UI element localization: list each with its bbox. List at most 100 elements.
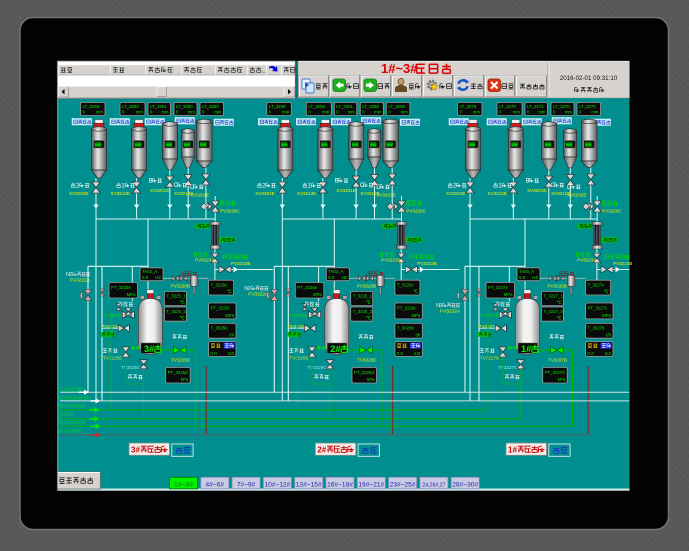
svg-text:PV3220C: PV3220C xyxy=(602,209,622,214)
svg-text:mm: mm xyxy=(513,110,521,115)
svg-text:HZ: HZ xyxy=(342,275,348,280)
svg-text:19#~21#: 19#~21# xyxy=(358,481,384,488)
svg-text:LT_3261: LT_3261 xyxy=(336,104,353,109)
svg-text:℃: ℃ xyxy=(366,315,371,320)
svg-text:MPa: MPa xyxy=(225,313,234,318)
svg-text:2#: 2# xyxy=(330,344,340,354)
svg-text:TA03_A: TA03_A xyxy=(519,269,534,274)
svg-text:XV3204E: XV3204E xyxy=(69,191,88,196)
svg-text:PT_3225e: PT_3225e xyxy=(111,285,131,290)
svg-text:PV3222B: PV3222B xyxy=(231,261,250,266)
svg-text:7#~9#: 7#~9# xyxy=(237,481,256,488)
svg-text:mm: mm xyxy=(282,110,290,115)
svg-text:B: B xyxy=(149,179,153,185)
svg-text:mm: mm xyxy=(188,110,196,115)
svg-text:XV3202E: XV3202E xyxy=(190,193,209,198)
svg-text:T_3227c: T_3227c xyxy=(588,282,606,287)
svg-text:T_3226_1: T_3226_1 xyxy=(353,293,373,298)
svg-text:t/h: t/h xyxy=(606,332,611,337)
svg-text:B: B xyxy=(526,179,530,185)
svg-text:LT_3259: LT_3259 xyxy=(83,104,100,109)
svg-text:B: B xyxy=(335,179,339,185)
svg-text:HZ: HZ xyxy=(155,275,161,280)
svg-text:2: 2 xyxy=(439,303,442,309)
svg-text:MPa: MPa xyxy=(602,313,611,318)
svg-text:XV3202E: XV3202E xyxy=(567,193,586,198)
svg-text:PT_3226e: PT_3226e xyxy=(297,285,317,290)
svg-text:PV3223A: PV3223A xyxy=(195,258,215,263)
svg-text:mm: mm xyxy=(374,110,382,115)
svg-text:0.0: 0.0 xyxy=(142,275,149,280)
svg-text:PV3223A: PV3223A xyxy=(577,258,597,263)
svg-text:mm: mm xyxy=(136,110,144,115)
svg-text:D: D xyxy=(376,185,381,191)
svg-text:mm: mm xyxy=(161,110,169,115)
svg-text:PT_3227c: PT_3227c xyxy=(588,306,608,311)
svg-text:10#~12#: 10#~12# xyxy=(264,481,290,488)
svg-text:T_3027b: T_3027b xyxy=(588,326,606,331)
svg-text:T_3225_1: T_3225_1 xyxy=(166,293,186,298)
svg-text:℃: ℃ xyxy=(180,300,185,305)
svg-text:1#: 1# xyxy=(521,344,531,354)
svg-text:TV3227B: TV3227B xyxy=(480,313,499,318)
svg-text:LT_3260: LT_3260 xyxy=(362,104,379,109)
svg-text:XV3213E: XV3213E xyxy=(297,191,316,196)
svg-text:XV3213E: XV3213E xyxy=(488,191,507,196)
svg-text:TV3225B: TV3225B xyxy=(103,313,122,318)
svg-text:PT_3225c: PT_3225c xyxy=(211,306,231,311)
svg-text:0.0: 0.0 xyxy=(519,275,526,280)
svg-text:TV3226B: TV3226B xyxy=(289,356,308,361)
svg-text:1#: 1# xyxy=(508,445,517,454)
svg-text:mm: mm xyxy=(322,110,330,115)
svg-text:T_3226c: T_3226c xyxy=(397,282,415,287)
svg-text:kPa: kPa xyxy=(367,377,375,382)
svg-text:kPa: kPa xyxy=(181,377,189,382)
svg-text:℃: ℃ xyxy=(413,289,418,294)
svg-text:PV3222B: PV3222B xyxy=(417,261,436,266)
svg-text:4#~6#: 4#~6# xyxy=(206,481,225,488)
svg-text:FV3222A: FV3222A xyxy=(440,309,461,315)
svg-text:TA03_A: TA03_A xyxy=(328,269,343,274)
svg-text:D: D xyxy=(190,185,195,191)
svg-text:HZ: HZ xyxy=(532,275,538,280)
svg-text:mm: mm xyxy=(96,110,104,115)
svg-text:℃: ℃ xyxy=(180,315,185,320)
svg-text:24,26#,27: 24,26#,27 xyxy=(422,482,445,488)
svg-text:D: D xyxy=(567,185,572,191)
svg-text:T_3227_3: T_3227_3 xyxy=(543,309,563,314)
svg-text:PV3222B: PV3222B xyxy=(613,261,632,266)
svg-text:LT_3270: LT_3270 xyxy=(553,104,570,109)
svg-text:TV3226B: TV3226B xyxy=(289,313,308,318)
svg-text:MPa: MPa xyxy=(127,292,136,297)
svg-text:mm: mm xyxy=(591,110,599,115)
svg-text:3#: 3# xyxy=(131,445,140,454)
svg-text:XV3204E: XV3204E xyxy=(446,191,465,196)
svg-text:℃: ℃ xyxy=(227,289,232,294)
svg-text:mm: mm xyxy=(348,110,356,115)
svg-text:FV3222A: FV3222A xyxy=(248,292,269,298)
svg-text:mm: mm xyxy=(538,110,546,115)
svg-text:TV3225B: TV3225B xyxy=(103,356,122,361)
svg-text:T_3226_3: T_3226_3 xyxy=(353,309,373,314)
svg-text:XV3201E: XV3201E xyxy=(150,188,169,193)
svg-text:2016-02-01 09:31:10: 2016-02-01 09:31:10 xyxy=(560,75,618,82)
svg-text:PT_3226d: PT_3226d xyxy=(354,370,374,375)
svg-text:28#~30#: 28#~30# xyxy=(452,481,478,488)
svg-text:PT_3227d: PT_3227d xyxy=(545,370,565,375)
svg-text:℃: ℃ xyxy=(557,315,562,320)
svg-text:LT_3250: LT_3250 xyxy=(176,104,193,109)
svg-text:1#~3#: 1#~3# xyxy=(174,481,193,488)
svg-text:℃: ℃ xyxy=(604,289,609,294)
svg-text:T_3227_1: T_3227_1 xyxy=(543,293,563,298)
svg-text:PV3220B: PV3220B xyxy=(548,284,567,289)
svg-text:TV3226C: TV3226C xyxy=(307,365,327,370)
svg-text:PV3223A: PV3223A xyxy=(381,258,401,263)
svg-text:TA03_A: TA03_A xyxy=(142,269,157,274)
svg-text:T_3225c: T_3225c xyxy=(211,282,229,287)
svg-text:C: C xyxy=(174,183,179,189)
svg-text:mm: mm xyxy=(473,110,481,115)
svg-text:XV3204E: XV3204E xyxy=(255,191,274,196)
svg-text:XV3201E: XV3201E xyxy=(336,188,355,193)
svg-text:3#: 3# xyxy=(144,344,154,354)
svg-text:PT_3226c: PT_3226c xyxy=(397,306,417,311)
